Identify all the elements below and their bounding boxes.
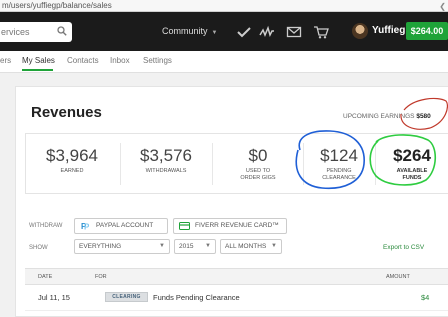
stat-label: EARNED <box>60 168 84 174</box>
activity-icon[interactable] <box>259 25 275 39</box>
subnav-item-orders[interactable]: ers <box>0 56 11 65</box>
sub-navigation: ers My Sales Contacts Inbox Settings <box>0 51 448 73</box>
subnav-item-contacts[interactable]: Contacts <box>67 56 99 65</box>
year-value: 2015 <box>179 243 194 250</box>
revenues-panel: Revenues UPCOMING EARNINGS $580 $3,964 E… <box>15 86 448 317</box>
balance-badge[interactable]: $264.00 <box>406 22 448 40</box>
stat-pending-clearance: $124 PENDING CLEARANCE <box>304 134 374 193</box>
month-select[interactable]: ALL MONTHS ▼ <box>220 239 282 254</box>
paypal-account-label: PAYPAL ACCOUNT <box>96 222 154 229</box>
column-header-date[interactable]: DATE <box>38 274 52 280</box>
stat-available-funds: $264 AVAILABLE FUNDS <box>377 134 447 193</box>
search-placeholder: ervices <box>1 27 30 37</box>
show-label: SHOW <box>29 245 48 251</box>
row-amount: $4 <box>421 293 430 302</box>
top-navigation: ervices Community ▼ Yuffiegp $264.00 <box>0 12 448 51</box>
status-badge: CLEARING <box>105 292 148 302</box>
check-icon[interactable] <box>236 25 252 39</box>
url-text: m/users/yuffiegp/balance/sales <box>2 1 112 10</box>
stat-used-to-order-gigs: $0 USED TO ORDER GIGS <box>214 134 302 193</box>
subnav-item-inbox[interactable]: Inbox <box>110 56 130 65</box>
withdraw-label: WITHDRAW <box>29 223 63 229</box>
revenue-card-label: FIVERR REVENUE CARD™ <box>195 222 279 229</box>
upcoming-earnings-label: UPCOMING EARNINGS <box>343 113 415 120</box>
transaction-type-value: EVERYTHING <box>79 243 122 250</box>
upcoming-earnings: UPCOMING EARNINGS $580 <box>343 113 431 120</box>
row-date: Jul 11, 15 <box>38 293 70 302</box>
stat-label: PENDING CLEARANCE <box>322 168 356 181</box>
stat-value: $0 <box>248 146 268 165</box>
stat-withdrawals: $3,576 WITHDRAWALS <box>122 134 210 193</box>
divider <box>375 143 376 185</box>
stat-value: $124 <box>320 146 358 165</box>
page-title: Revenues <box>31 104 102 121</box>
search-icon[interactable] <box>57 26 67 36</box>
envelope-icon[interactable] <box>286 25 302 39</box>
divider <box>212 143 213 185</box>
paypal-icon: PP <box>81 222 90 231</box>
avatar[interactable] <box>352 23 368 39</box>
upcoming-earnings-value: $580 <box>416 113 431 120</box>
export-csv-link[interactable]: Export to CSV <box>383 244 424 251</box>
stat-value: $3,964 <box>46 146 98 165</box>
column-header-amount[interactable]: AMOUNT <box>386 274 410 280</box>
credit-card-icon <box>179 222 190 230</box>
browser-url-bar[interactable]: m/users/yuffiegp/balance/sales ❮ <box>0 0 448 12</box>
stat-label: WITHDRAWALS <box>145 168 187 174</box>
column-header-for[interactable]: FOR <box>95 274 107 280</box>
cart-icon[interactable] <box>313 25 329 39</box>
stat-earned: $3,964 EARNED <box>26 134 118 193</box>
revenue-stats: $3,964 EARNED $3,576 WITHDRAWALS $0 USED… <box>25 133 448 194</box>
chevron-down-icon: ▼ <box>159 243 165 249</box>
active-tab-indicator <box>22 69 53 71</box>
search-input[interactable]: ervices <box>0 22 72 42</box>
transaction-type-select[interactable]: EVERYTHING ▼ <box>74 239 170 254</box>
stat-value: $264 <box>393 146 431 165</box>
stat-label: AVAILABLE FUNDS <box>396 168 428 181</box>
year-select[interactable]: 2015 ▼ <box>174 239 216 254</box>
chevron-down-icon: ▼ <box>205 243 211 249</box>
chevron-down-icon: ▼ <box>211 30 218 36</box>
row-description: Funds Pending Clearance <box>153 293 240 302</box>
subnav-item-settings[interactable]: Settings <box>143 56 172 65</box>
community-menu[interactable]: Community ▼ <box>162 26 217 36</box>
stat-value: $3,576 <box>140 146 192 165</box>
scroll-up-icon: ❮ <box>439 2 446 11</box>
table-row[interactable]: Jul 11, 15 CLEARING Funds Pending Cleara… <box>25 285 448 311</box>
revenue-card-button[interactable]: FIVERR REVENUE CARD™ <box>173 218 287 234</box>
stat-label: USED TO ORDER GIGS <box>240 168 276 181</box>
chevron-down-icon: ▼ <box>271 243 277 249</box>
community-label: Community <box>162 26 208 36</box>
divider <box>120 143 121 185</box>
paypal-account-button[interactable]: PP PAYPAL ACCOUNT <box>74 218 168 234</box>
svg-text:P: P <box>84 223 90 231</box>
month-value: ALL MONTHS <box>225 243 267 250</box>
subnav-item-my-sales[interactable]: My Sales <box>22 56 55 65</box>
table-header: DATE FOR AMOUNT <box>25 268 448 285</box>
